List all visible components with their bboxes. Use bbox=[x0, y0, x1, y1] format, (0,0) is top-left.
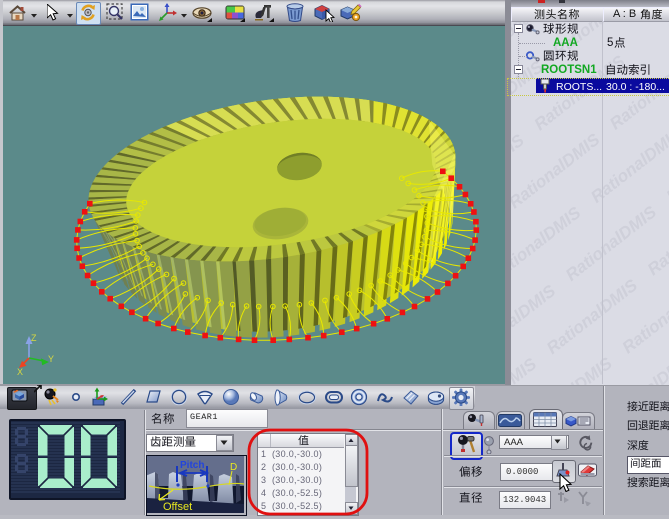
svg-text:RationalDMIS: RationalDMIS bbox=[511, 129, 604, 212]
svg-text:Offset: Offset bbox=[163, 501, 192, 513]
svg-text:Pitch: Pitch bbox=[180, 460, 204, 471]
svg-text:RationalDMIS: RationalDMIS bbox=[587, 124, 669, 207]
svg-text:D: D bbox=[230, 462, 237, 473]
svg-text:RationalDMIS: RationalDMIS bbox=[511, 354, 541, 385]
svg-text:Y: Y bbox=[48, 354, 54, 364]
svg-text:X: X bbox=[17, 367, 23, 377]
svg-text:Z: Z bbox=[31, 333, 37, 343]
